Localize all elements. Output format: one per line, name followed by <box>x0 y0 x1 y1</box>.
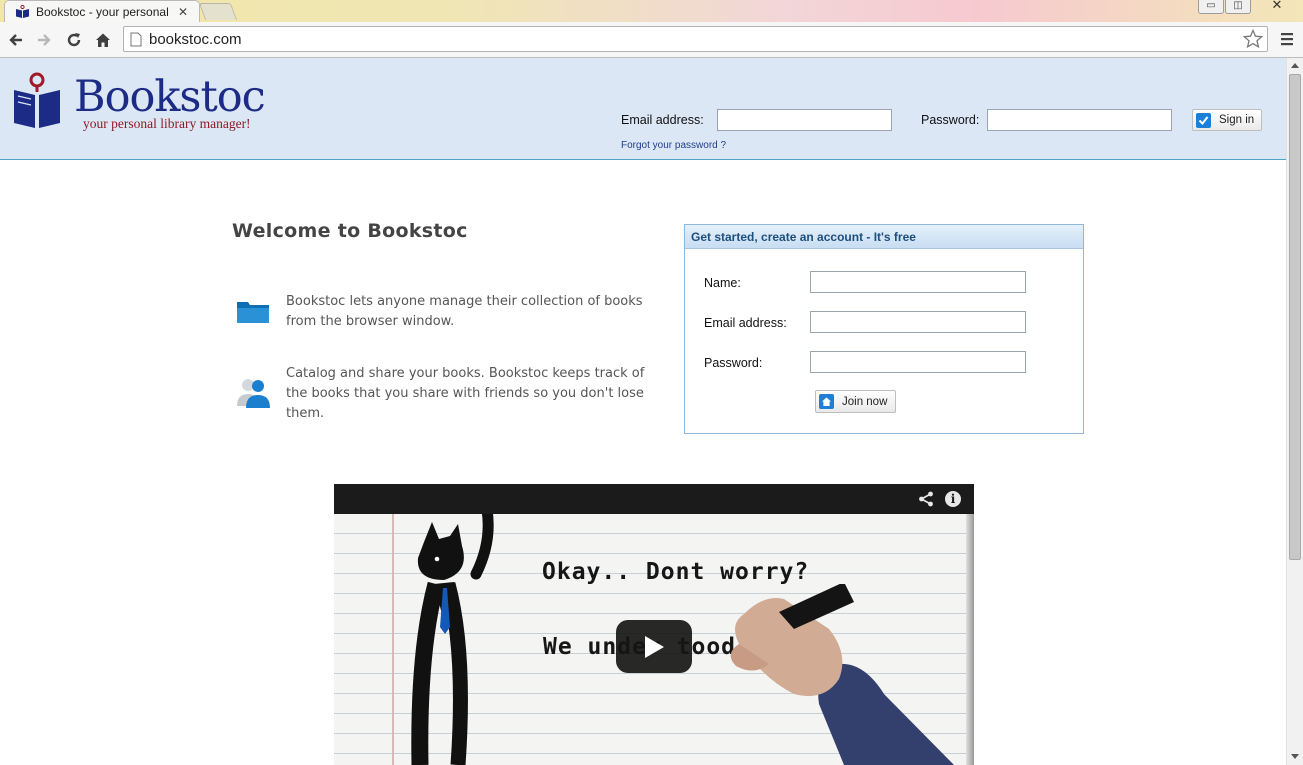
back-icon[interactable] <box>5 29 27 51</box>
book-reader-icon <box>14 72 60 128</box>
scroll-up-arrow-icon[interactable] <box>1291 63 1299 68</box>
feature-manage: Bookstoc lets anyone manage their collec… <box>232 292 643 336</box>
tab-close-icon[interactable]: ✕ <box>178 5 188 19</box>
reload-icon[interactable] <box>63 29 85 51</box>
address-bar[interactable]: bookstoc.com <box>123 26 1268 52</box>
browser-tabstrip: Bookstoc - your personal l ✕ ▭ ◫ ✕ <box>0 0 1303 22</box>
browser-toolbar: bookstoc.com <box>0 22 1303 58</box>
scroll-down-arrow-icon[interactable] <box>1291 754 1299 759</box>
signup-name-label: Name: <box>704 276 741 290</box>
window-close-icon[interactable]: ✕ <box>1264 0 1290 14</box>
video-top-bar: i <box>334 484 974 514</box>
video-player[interactable]: Okay.. Dont worry? We under tood w i <box>334 484 974 765</box>
folder-icon <box>237 302 269 323</box>
signup-email-label: Email address: <box>704 316 787 330</box>
home-icon[interactable] <box>92 29 114 51</box>
play-button[interactable] <box>616 620 692 673</box>
user-icon <box>237 379 270 408</box>
scroll-thumb[interactable] <box>1289 74 1301 560</box>
login-password-input[interactable] <box>987 109 1172 131</box>
site-header: Bookstoc your personal library manager! … <box>0 58 1286 160</box>
checkmark-icon <box>1196 112 1211 128</box>
book-favicon-icon <box>16 4 29 18</box>
signup-email-input[interactable] <box>810 311 1026 333</box>
forward-icon[interactable] <box>33 29 55 51</box>
join-now-button[interactable]: Join now <box>815 390 896 413</box>
menu-icon[interactable] <box>1279 31 1295 47</box>
join-now-label: Join now <box>842 395 888 408</box>
page-icon <box>130 32 142 47</box>
url-text: bookstoc.com <box>149 31 242 48</box>
play-icon <box>645 635 664 658</box>
sign-in-label: Sign in <box>1219 114 1255 126</box>
feature-share: Catalog and share your books. Bookstoc k… <box>232 364 644 428</box>
signup-name-input[interactable] <box>810 271 1026 293</box>
signup-password-input[interactable] <box>810 351 1026 373</box>
info-icon[interactable]: i <box>945 491 961 507</box>
logo-tagline: your personal library manager! <box>83 116 251 131</box>
welcome-heading: Welcome to Bookstoc <box>232 220 468 242</box>
minimize-icon[interactable]: ▭ <box>1198 0 1224 14</box>
bookmark-star-icon[interactable] <box>1243 29 1263 49</box>
login-password-label: Password: <box>921 113 980 127</box>
login-email-label: Email address: <box>621 113 704 127</box>
signup-password-label: Password: <box>704 356 763 370</box>
sign-in-button[interactable]: Sign in <box>1192 109 1262 131</box>
restore-icon[interactable]: ◫ <box>1225 0 1251 14</box>
stick-figure-icon <box>411 504 494 765</box>
feature-text: Catalog and share your books. Bookstoc k… <box>286 366 645 421</box>
browser-tab[interactable]: Bookstoc - your personal l ✕ <box>4 0 200 22</box>
video-caption-line-1: Okay.. Dont worry? <box>542 559 810 585</box>
signup-panel: Get started, create an account - It's fr… <box>684 224 1084 434</box>
feature-text: Bookstoc lets anyone manage their collec… <box>286 294 643 329</box>
house-icon <box>819 394 834 409</box>
new-tab-button[interactable] <box>198 3 238 20</box>
bookstoc-logo[interactable]: Bookstoc your personal library manager! <box>12 70 266 140</box>
drawing-hand-icon <box>730 584 954 765</box>
share-icon[interactable] <box>918 491 934 507</box>
tab-title: Bookstoc - your personal l <box>36 4 172 19</box>
logo-wordmark: Bookstoc <box>74 72 266 122</box>
forgot-password-link[interactable]: Forgot your password ? <box>621 140 726 151</box>
vertical-scrollbar[interactable] <box>1286 58 1303 765</box>
signup-heading: Get started, create an account - It's fr… <box>685 225 1083 249</box>
login-email-input[interactable] <box>717 109 892 131</box>
